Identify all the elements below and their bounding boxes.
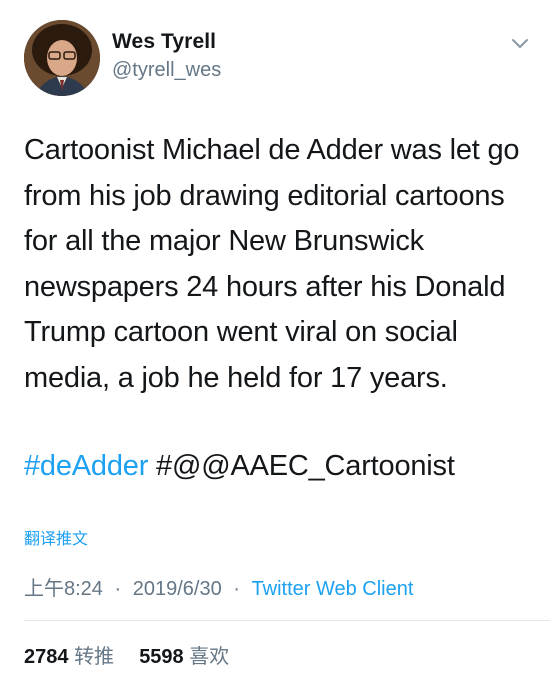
divider bbox=[24, 620, 550, 621]
avatar[interactable] bbox=[24, 20, 100, 96]
avatar-image bbox=[24, 20, 100, 96]
tweet-date[interactable]: 2019/6/30 bbox=[133, 578, 222, 600]
tweet-meta: 上午8:24 · 2019/6/30 · Twitter Web Client bbox=[24, 572, 413, 601]
retweet-stat[interactable]: 2784 转推 bbox=[24, 646, 120, 668]
mention-text: #@@AAEC_Cartoonist bbox=[156, 450, 455, 482]
like-label: 喜欢 bbox=[189, 646, 230, 668]
tweet-hashtags: #deAdder #@@AAEC_Cartoonist bbox=[24, 450, 455, 483]
meta-separator: · bbox=[233, 578, 240, 600]
chevron-down-icon[interactable] bbox=[510, 36, 530, 50]
retweet-label: 转推 bbox=[74, 646, 115, 668]
translate-tweet-link[interactable]: 翻译推文 bbox=[24, 525, 88, 549]
tweet-text: Cartoonist Michael de Adder was let go f… bbox=[24, 134, 520, 394]
author-display-name[interactable]: Wes Tyrell bbox=[112, 30, 216, 54]
meta-separator: · bbox=[114, 578, 122, 600]
tweet-card: Wes Tyrell @tyrell_wes Cartoonist Michae… bbox=[0, 0, 550, 678]
author-handle[interactable]: @tyrell_wes bbox=[112, 59, 221, 82]
tweet-stats: 2784 转推 5598 喜欢 bbox=[24, 640, 229, 669]
tweet-time[interactable]: 上午8:24 bbox=[24, 578, 103, 600]
like-stat[interactable]: 5598 喜欢 bbox=[139, 646, 229, 668]
hashtag-link[interactable]: #deAdder bbox=[24, 450, 148, 482]
tweet-client-link[interactable]: Twitter Web Client bbox=[252, 578, 414, 600]
retweet-count: 2784 bbox=[24, 646, 69, 668]
like-count: 5598 bbox=[139, 646, 184, 668]
